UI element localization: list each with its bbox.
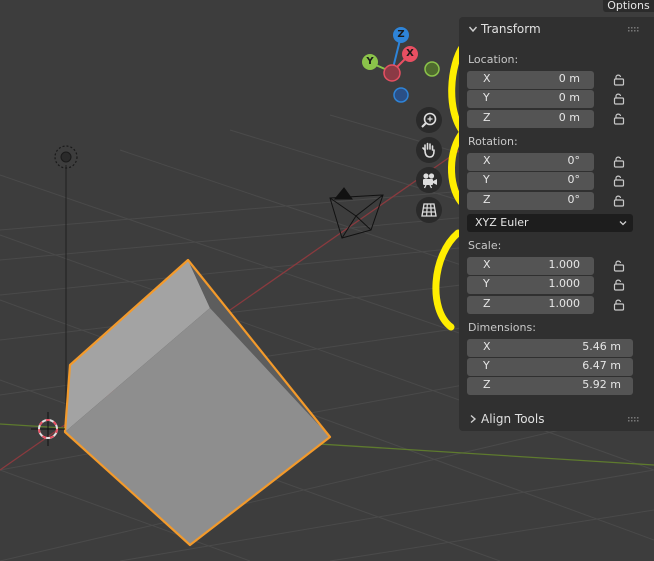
- lock-icon[interactable]: [612, 174, 626, 188]
- axis-label: X: [483, 154, 491, 167]
- zoom-button[interactable]: [416, 107, 442, 133]
- axis-label: Z: [483, 378, 491, 391]
- lock-icon[interactable]: [612, 155, 626, 169]
- zoom-icon: [421, 112, 437, 128]
- chevron-down-icon: [619, 221, 627, 226]
- axis-label: X: [483, 258, 491, 271]
- pan-button[interactable]: [416, 137, 442, 163]
- transform-panel-header[interactable]: Transform: [459, 19, 654, 41]
- lock-icon[interactable]: [612, 298, 626, 312]
- 3d-cursor-icon[interactable]: [31, 412, 65, 446]
- scale-x-field[interactable]: X 1.000: [467, 257, 594, 275]
- field-value: 0 m: [558, 91, 580, 104]
- rotation-mode-value: XYZ Euler: [475, 216, 529, 229]
- camera-view-icon: [423, 173, 437, 189]
- field-value: 0°: [567, 193, 581, 206]
- axis-label: Z: [483, 297, 491, 310]
- gizmo-x-axis[interactable]: X: [402, 46, 418, 62]
- field-value: 0 m: [558, 72, 580, 85]
- rotation-y-field[interactable]: Y 0°: [467, 172, 594, 190]
- scale-z-field[interactable]: Z 1.000: [467, 296, 594, 314]
- pan-hand-icon: [422, 142, 435, 158]
- rotation-label: Rotation:: [468, 135, 518, 148]
- lock-icon[interactable]: [612, 194, 626, 208]
- axis-label: X: [483, 340, 491, 353]
- field-value: 1.000: [548, 258, 581, 271]
- align-tools-panel-header[interactable]: Align Tools: [459, 409, 654, 431]
- dimensions-z-field[interactable]: Z 5.92 m: [467, 377, 633, 395]
- ortho-toggle-button[interactable]: [416, 197, 442, 223]
- lock-icon[interactable]: [612, 73, 626, 87]
- dimensions-label: Dimensions:: [468, 321, 536, 334]
- field-value: 6.47 m: [582, 359, 621, 372]
- rotation-mode-dropdown[interactable]: XYZ Euler: [467, 214, 633, 232]
- axis-label: Z: [483, 111, 491, 124]
- navigation-gizmo[interactable]: Z X Y: [358, 26, 442, 106]
- field-value: 0°: [567, 173, 581, 186]
- camera-view-button[interactable]: [416, 167, 442, 193]
- lock-icon[interactable]: [612, 92, 626, 106]
- scale-y-field[interactable]: Y 1.000: [467, 276, 594, 294]
- axis-label: Z: [483, 193, 491, 206]
- transform-title: Transform: [481, 22, 541, 36]
- location-x-field[interactable]: X 0 m: [467, 71, 594, 89]
- field-value: 1.000: [548, 297, 581, 310]
- rotation-z-field[interactable]: Z 0°: [467, 192, 594, 210]
- location-z-field[interactable]: Z 0 m: [467, 110, 594, 128]
- axis-label: Y: [483, 173, 490, 186]
- field-value: 0°: [567, 154, 581, 167]
- align-tools-title: Align Tools: [481, 412, 545, 426]
- axis-label: Y: [483, 91, 490, 104]
- gizmo-z-axis[interactable]: Z: [393, 27, 409, 43]
- lock-icon[interactable]: [612, 259, 626, 273]
- axis-label: Y: [483, 277, 490, 290]
- grip-icon[interactable]: [628, 417, 639, 422]
- field-value: 0 m: [558, 111, 580, 124]
- camera-object-icon[interactable]: [329, 187, 384, 239]
- dimensions-x-field[interactable]: X 5.46 m: [467, 339, 633, 357]
- chevron-right-icon: [470, 414, 477, 424]
- lock-icon[interactable]: [612, 278, 626, 292]
- dimensions-y-field[interactable]: Y 6.47 m: [467, 358, 633, 376]
- sidebar-panel: Transform Location: X 0 m Y 0 m Z 0 m Rotat…: [459, 17, 654, 431]
- field-value: 5.46 m: [582, 340, 621, 353]
- field-value: 5.92 m: [582, 378, 621, 391]
- scale-label: Scale:: [468, 239, 502, 252]
- gizmo-y-axis[interactable]: Y: [362, 54, 378, 70]
- field-value: 1.000: [548, 277, 581, 290]
- location-label: Location:: [468, 53, 519, 66]
- selected-cube[interactable]: [63, 258, 332, 547]
- options-button[interactable]: Options: [603, 0, 654, 12]
- location-y-field[interactable]: Y 0 m: [467, 90, 594, 108]
- axis-label: Y: [483, 359, 490, 372]
- rotation-x-field[interactable]: X 0°: [467, 153, 594, 171]
- chevron-down-icon: [468, 26, 478, 33]
- grip-icon[interactable]: [628, 27, 639, 32]
- axis-label: X: [483, 72, 491, 85]
- lock-icon[interactable]: [612, 112, 626, 126]
- ortho-grid-icon: [421, 203, 437, 217]
